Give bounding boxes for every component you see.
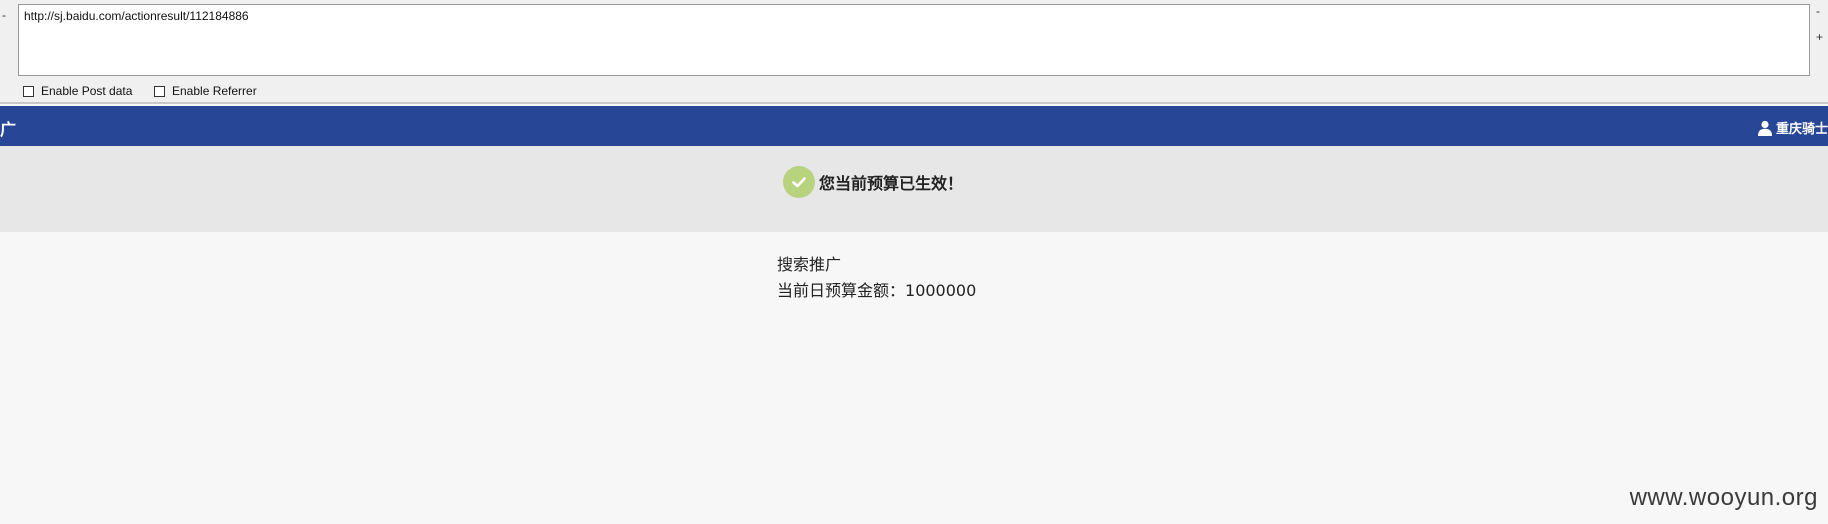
collapse-glyph[interactable]: - [2, 8, 6, 22]
check-icon [783, 166, 815, 198]
url-input[interactable]: http://sj.baidu.com/actionresult/1121848… [18, 4, 1810, 76]
request-toolbar: - http://sj.baidu.com/actionresult/11218… [0, 0, 1828, 104]
enable-referrer-option[interactable]: Enable Referrer [154, 84, 257, 98]
product-name: 搜索推广 [777, 255, 842, 274]
status-banner: 您当前预算已生效！ [0, 146, 1828, 232]
budget-label: 当前日预算金额： [777, 281, 906, 300]
enable-post-data-label: Enable Post data [41, 84, 133, 98]
status-message: 您当前预算已生效！ [783, 166, 963, 198]
user-menu[interactable]: 重庆骑士 [1757, 118, 1828, 137]
site-header: 广 重庆骑士 [0, 106, 1828, 146]
watermark: www.wooyun.org [1629, 484, 1818, 511]
budget-value: 1000000 [905, 281, 977, 300]
expand-glyph[interactable]: + [1816, 30, 1823, 44]
shrink-glyph[interactable]: - [1816, 4, 1820, 18]
user-name: 重庆骑士 [1775, 122, 1828, 137]
enable-post-data-checkbox[interactable] [23, 85, 34, 97]
status-text: 您当前预算已生效！ [819, 174, 964, 193]
enable-referrer-checkbox[interactable] [154, 85, 165, 97]
budget-info: 搜索推广 当前日预算金额：1000000 [777, 252, 976, 304]
enable-referrer-label: Enable Referrer [172, 84, 257, 98]
user-icon [1757, 120, 1772, 136]
budget-line: 当前日预算金额：1000000 [777, 278, 976, 304]
brand-fragment[interactable]: 广 [0, 116, 16, 140]
enable-post-data-option[interactable]: Enable Post data [23, 84, 132, 98]
